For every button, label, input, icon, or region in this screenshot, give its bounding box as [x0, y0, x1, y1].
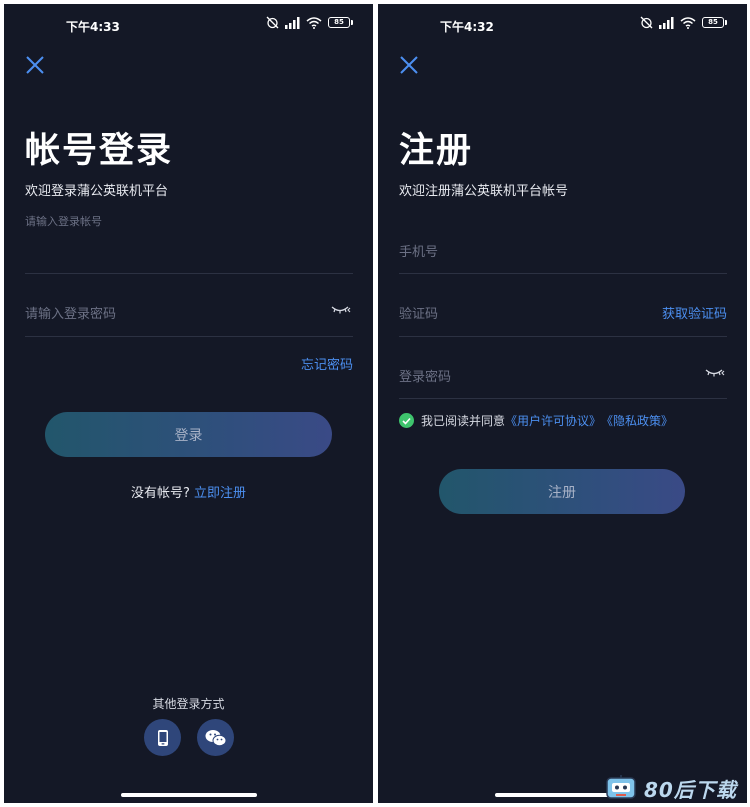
page-title: 注册: [399, 131, 474, 171]
status-time: 下午4:32: [440, 20, 494, 34]
account-input[interactable]: 请输入登录帐号: [25, 210, 353, 274]
agreement-row: 我已阅读并同意 《用户许可协议》 《隐私政策》: [399, 412, 673, 429]
register-password-placeholder: 登录密码: [399, 370, 452, 385]
wifi-icon: [306, 16, 322, 29]
phone-number-placeholder: 手机号: [399, 245, 439, 260]
other-login-methods-title: 其他登录方式: [152, 697, 225, 711]
verification-code-placeholder: 验证码: [399, 307, 439, 322]
watermark-text: 80后下载: [644, 777, 737, 802]
agree-checkbox[interactable]: [399, 413, 414, 428]
status-bar: 下午4:33 85: [4, 4, 373, 48]
signal-icon: [659, 16, 674, 29]
password-placeholder: 请输入登录密码: [25, 307, 117, 322]
password-input[interactable]: 请输入登录密码: [25, 274, 353, 337]
alarm-off-icon: [266, 16, 279, 29]
close-icon[interactable]: [24, 54, 46, 76]
signal-icon: [285, 16, 300, 29]
battery-level: 85: [708, 18, 718, 26]
register-prompt: 没有帐号? 立即注册: [4, 482, 373, 501]
register-button-label: 注册: [548, 484, 576, 501]
page-subtitle: 欢迎登录蒲公英联机平台: [25, 184, 169, 199]
battery-level: 85: [334, 18, 344, 26]
login-button[interactable]: 登录: [45, 412, 332, 457]
alarm-off-icon: [640, 16, 653, 29]
no-account-text: 没有帐号?: [130, 486, 190, 501]
register-button[interactable]: 注册: [439, 469, 685, 514]
forgot-password-link[interactable]: 忘记密码: [301, 354, 353, 373]
home-indicator: [120, 793, 257, 797]
register-screen: 下午4:32 85 注册 欢迎注册蒲公英联机平台帐号 手机号 验证码 获取验证码…: [378, 4, 747, 803]
status-bar: 下午4:32 85: [378, 4, 747, 48]
status-icons: 85: [266, 16, 353, 29]
eye-closed-icon[interactable]: [331, 305, 351, 315]
get-code-button[interactable]: 获取验证码: [662, 303, 727, 322]
battery-indicator: 85: [328, 17, 353, 28]
verification-code-input[interactable]: 验证码 获取验证码: [399, 274, 727, 337]
agree-prefix-text: 我已阅读并同意: [421, 414, 506, 428]
register-password-input[interactable]: 登录密码: [399, 337, 727, 399]
login-screen: 下午4:33 85 帐号登录 欢迎登录蒲公英联机平台 请输入登录帐号 请输入登录…: [4, 4, 373, 803]
wechat-icon: [205, 729, 226, 746]
phone-login-button[interactable]: [144, 719, 181, 756]
register-now-link[interactable]: 立即注册: [194, 486, 246, 501]
page-subtitle: 欢迎注册蒲公英联机平台帐号: [399, 184, 569, 199]
close-icon[interactable]: [398, 54, 420, 76]
user-agreement-link[interactable]: 《用户许可协议》: [505, 412, 601, 429]
watermark: 80后下载: [590, 769, 750, 807]
privacy-policy-link[interactable]: 《隐私政策》: [601, 412, 673, 429]
phone-icon: [157, 729, 168, 746]
checkmark-icon: [402, 417, 411, 425]
page-title: 帐号登录: [25, 131, 174, 171]
battery-indicator: 85: [702, 17, 727, 28]
status-icons: 85: [640, 16, 727, 29]
wifi-icon: [680, 16, 696, 29]
login-button-label: 登录: [174, 427, 203, 444]
robot-logo-icon: [606, 775, 636, 799]
wechat-login-button[interactable]: [197, 719, 234, 756]
status-time: 下午4:33: [66, 20, 120, 34]
phone-number-input[interactable]: 手机号: [399, 214, 727, 274]
account-placeholder: 请输入登录帐号: [25, 215, 102, 228]
eye-closed-icon[interactable]: [705, 368, 725, 378]
